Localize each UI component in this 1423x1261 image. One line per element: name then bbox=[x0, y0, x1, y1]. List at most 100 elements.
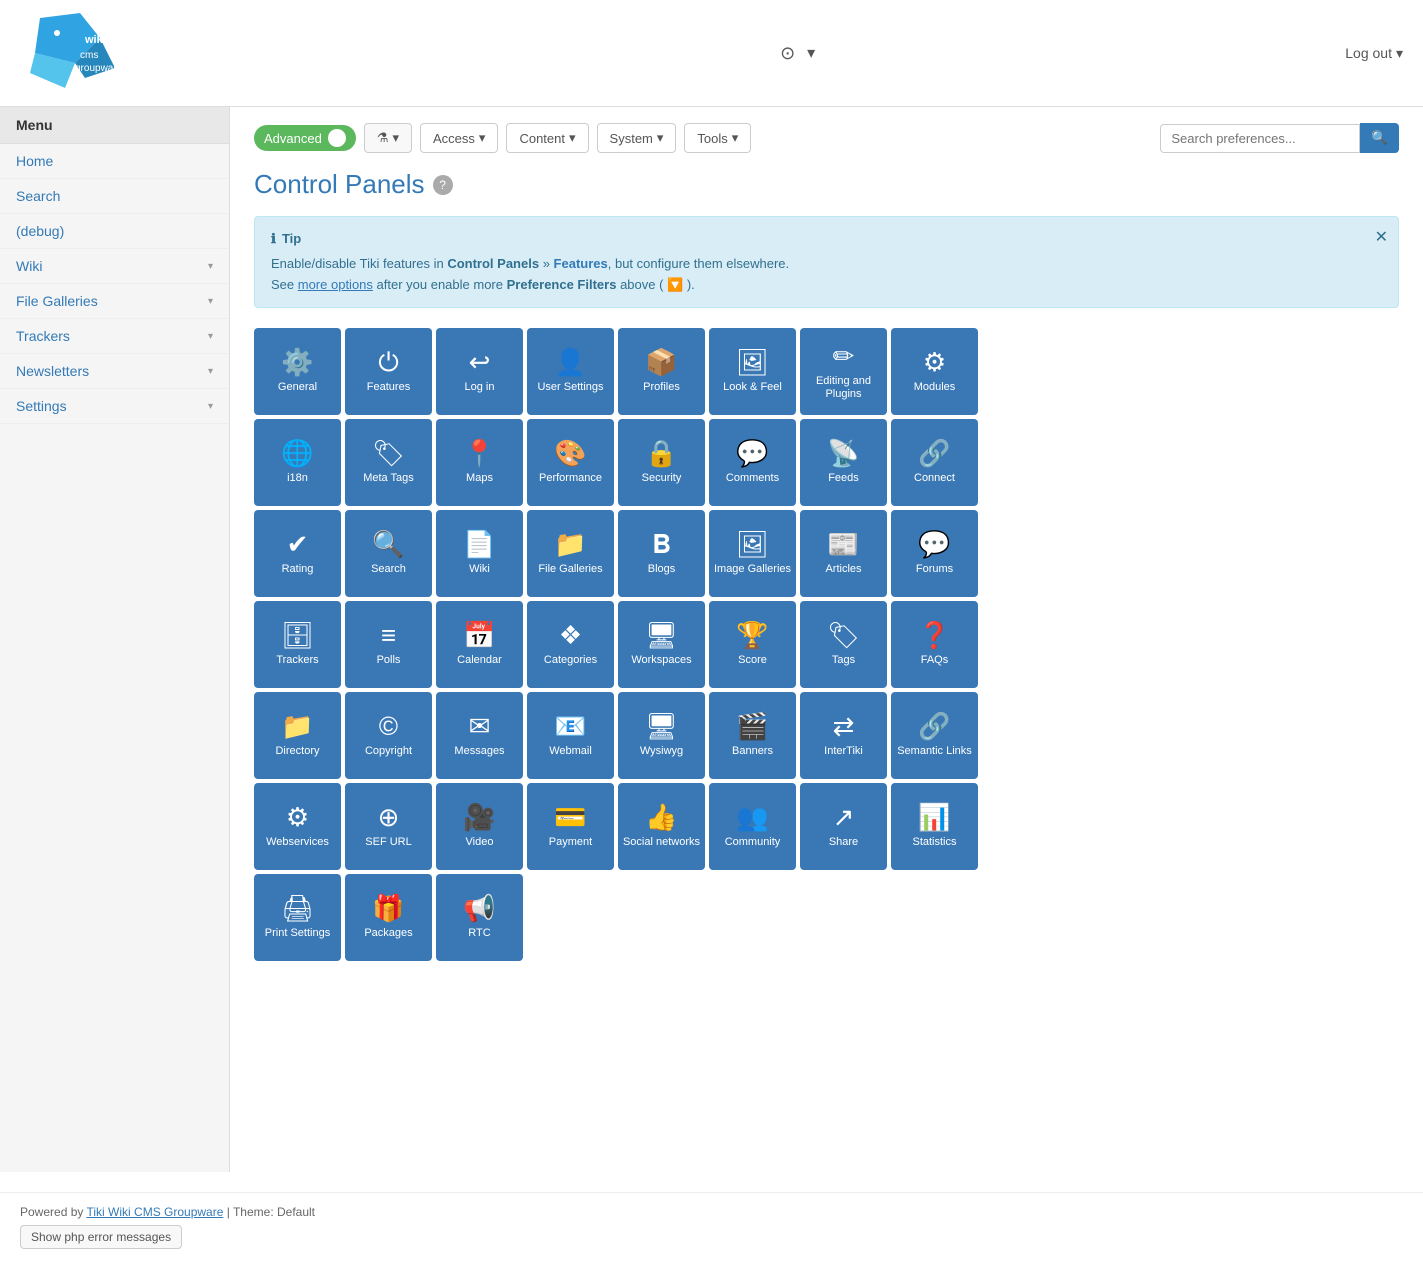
panel-item-file-galleries[interactable]: 📁File Galleries bbox=[527, 510, 614, 597]
panel-item-articles[interactable]: 📰Articles bbox=[800, 510, 887, 597]
panel-item-meta-tags[interactable]: 🏷Meta Tags bbox=[345, 419, 432, 506]
panel-item-comments[interactable]: 💬Comments bbox=[709, 419, 796, 506]
features-link[interactable]: Features bbox=[554, 256, 608, 271]
panel-item-sef-url[interactable]: ⊕SEF URL bbox=[345, 783, 432, 870]
help-icon[interactable]: ? bbox=[433, 175, 453, 195]
performance-label: Performance bbox=[539, 472, 602, 485]
sidebar-item-newsletters[interactable]: Newsletters ▾ bbox=[0, 354, 229, 389]
panel-item-directory[interactable]: 📁Directory bbox=[254, 692, 341, 779]
print-settings-label: Print Settings bbox=[265, 927, 330, 940]
panel-item-wiki[interactable]: 📄Wiki bbox=[436, 510, 523, 597]
panel-item-blogs[interactable]: 𝐁Blogs bbox=[618, 510, 705, 597]
panel-item-video[interactable]: 🎥Video bbox=[436, 783, 523, 870]
sidebar-item-search[interactable]: Search bbox=[0, 179, 229, 214]
panel-item-wysiwyg[interactable]: 🖥Wysiwyg bbox=[618, 692, 705, 779]
panel-row-6: 🖨Print Settings🎁Packages📢RTC bbox=[254, 874, 1399, 961]
logout-arrow-icon: ▾ bbox=[1396, 45, 1403, 62]
filter-button[interactable]: ⚗ ▾ bbox=[364, 123, 412, 153]
panel-item-rating[interactable]: ✔Rating bbox=[254, 510, 341, 597]
panel-item-editing-and-plugins[interactable]: ✏Editing and Plugins bbox=[800, 328, 887, 415]
circle-icon[interactable]: ⊙ bbox=[780, 43, 795, 64]
workspaces-icon: 🖥 bbox=[645, 622, 678, 648]
tools-dropdown[interactable]: Tools ▾ bbox=[684, 123, 751, 153]
logout-button[interactable]: Log out bbox=[1345, 45, 1392, 61]
svg-text:wiki: wiki bbox=[84, 34, 106, 46]
banners-icon: 🎬 bbox=[736, 713, 768, 739]
panel-item-score[interactable]: 🏆Score bbox=[709, 601, 796, 688]
advanced-toggle[interactable]: Advanced bbox=[254, 125, 356, 151]
sidebar-item-wiki[interactable]: Wiki ▾ bbox=[0, 249, 229, 284]
file-galleries-label: File Galleries bbox=[538, 563, 602, 576]
features-icon: ⏻ bbox=[378, 349, 399, 375]
panel-item-connect[interactable]: 🔗Connect bbox=[891, 419, 978, 506]
panel-item-log-in[interactable]: ↩Log in bbox=[436, 328, 523, 415]
search-preferences-input[interactable] bbox=[1160, 124, 1360, 153]
tags-icon: 🏷 bbox=[827, 622, 860, 648]
panel-item-user-settings[interactable]: 👤User Settings bbox=[527, 328, 614, 415]
sidebar-item-debug[interactable]: (debug) bbox=[0, 214, 229, 249]
more-options-link[interactable]: more options bbox=[298, 277, 373, 292]
wysiwyg-label: Wysiwyg bbox=[640, 745, 683, 758]
webservices-icon: ⚙ bbox=[286, 804, 309, 830]
profiles-label: Profiles bbox=[643, 381, 680, 394]
modules-icon: ⚙ bbox=[923, 349, 946, 375]
access-dropdown[interactable]: Access ▾ bbox=[420, 123, 498, 153]
system-dropdown[interactable]: System ▾ bbox=[597, 123, 677, 153]
panel-item-modules[interactable]: ⚙Modules bbox=[891, 328, 978, 415]
search-preferences-button[interactable]: 🔍 bbox=[1360, 123, 1399, 153]
panel-item-security[interactable]: 🔒Security bbox=[618, 419, 705, 506]
panel-item-webmail[interactable]: 📧Webmail bbox=[527, 692, 614, 779]
chevron-down-icon[interactable]: ▾ bbox=[807, 43, 815, 63]
panel-item-faqs[interactable]: ❓FAQs bbox=[891, 601, 978, 688]
panel-item-payment[interactable]: 💳Payment bbox=[527, 783, 614, 870]
sidebar-item-settings[interactable]: Settings ▾ bbox=[0, 389, 229, 424]
tip-close-button[interactable]: ✕ bbox=[1375, 225, 1388, 251]
panel-item-trackers[interactable]: 🗄Trackers bbox=[254, 601, 341, 688]
panel-item-polls[interactable]: ≡Polls bbox=[345, 601, 432, 688]
intertiki-label: InterTiki bbox=[824, 745, 863, 758]
panel-item-semantic-links[interactable]: 🔗Semantic Links bbox=[891, 692, 978, 779]
panel-item-maps[interactable]: 📍Maps bbox=[436, 419, 523, 506]
panel-item-features[interactable]: ⏻ Features bbox=[345, 328, 432, 415]
features-label: Features bbox=[367, 381, 410, 394]
panel-item-tags[interactable]: 🏷Tags bbox=[800, 601, 887, 688]
panel-item-social-networks[interactable]: 👍Social networks bbox=[618, 783, 705, 870]
panel-item-copyright[interactable]: ©Copyright bbox=[345, 692, 432, 779]
sidebar-item-home[interactable]: Home bbox=[0, 144, 229, 179]
panel-item-intertiki[interactable]: ⇄InterTiki bbox=[800, 692, 887, 779]
panel-item-banners[interactable]: 🎬Banners bbox=[709, 692, 796, 779]
panel-item-forums[interactable]: 💬Forums bbox=[891, 510, 978, 597]
panel-item-workspaces[interactable]: 🖥Workspaces bbox=[618, 601, 705, 688]
panel-item-messages[interactable]: ✉Messages bbox=[436, 692, 523, 779]
sidebar-item-trackers[interactable]: Trackers ▾ bbox=[0, 319, 229, 354]
filter-icon: ⚗ bbox=[377, 130, 389, 146]
rating-icon: ✔ bbox=[287, 531, 309, 557]
comments-icon: 💬 bbox=[736, 440, 768, 466]
panel-item-packages[interactable]: 🎁Packages bbox=[345, 874, 432, 961]
sidebar-item-file-galleries[interactable]: File Galleries ▾ bbox=[0, 284, 229, 319]
panel-item-performance[interactable]: 🎨Performance bbox=[527, 419, 614, 506]
panel-item-calendar[interactable]: 📅Calendar bbox=[436, 601, 523, 688]
panel-item-image-galleries[interactable]: 🖼Image Galleries bbox=[709, 510, 796, 597]
panel-item-feeds[interactable]: 📡Feeds bbox=[800, 419, 887, 506]
control-panels-link[interactable]: Control Panels bbox=[447, 256, 539, 271]
panel-item-rtc[interactable]: 📢RTC bbox=[436, 874, 523, 961]
panel-item-look--feel[interactable]: 🖼Look & Feel bbox=[709, 328, 796, 415]
wiki-label: Wiki bbox=[469, 563, 490, 576]
info-icon: ℹ bbox=[271, 229, 276, 250]
show-php-errors-button[interactable]: Show php error messages bbox=[20, 1225, 182, 1249]
panel-item-i18n[interactable]: 🌐i18n bbox=[254, 419, 341, 506]
sidebar-wiki-label: Wiki bbox=[16, 258, 42, 274]
panel-item-print-settings[interactable]: 🖨Print Settings bbox=[254, 874, 341, 961]
calendar-icon: 📅 bbox=[463, 622, 495, 648]
panel-item-community[interactable]: 👥Community bbox=[709, 783, 796, 870]
panel-item-search[interactable]: 🔍Search bbox=[345, 510, 432, 597]
panel-item-profiles[interactable]: 📦Profiles bbox=[618, 328, 705, 415]
panel-item-share[interactable]: ↗Share bbox=[800, 783, 887, 870]
footer-tiki-link[interactable]: Tiki Wiki CMS Groupware bbox=[87, 1205, 224, 1219]
content-dropdown[interactable]: Content ▾ bbox=[506, 123, 588, 153]
panel-item-webservices[interactable]: ⚙Webservices bbox=[254, 783, 341, 870]
panel-item-general[interactable]: ⚙️General bbox=[254, 328, 341, 415]
panel-item-statistics[interactable]: 📊Statistics bbox=[891, 783, 978, 870]
panel-item-categories[interactable]: ❖Categories bbox=[527, 601, 614, 688]
